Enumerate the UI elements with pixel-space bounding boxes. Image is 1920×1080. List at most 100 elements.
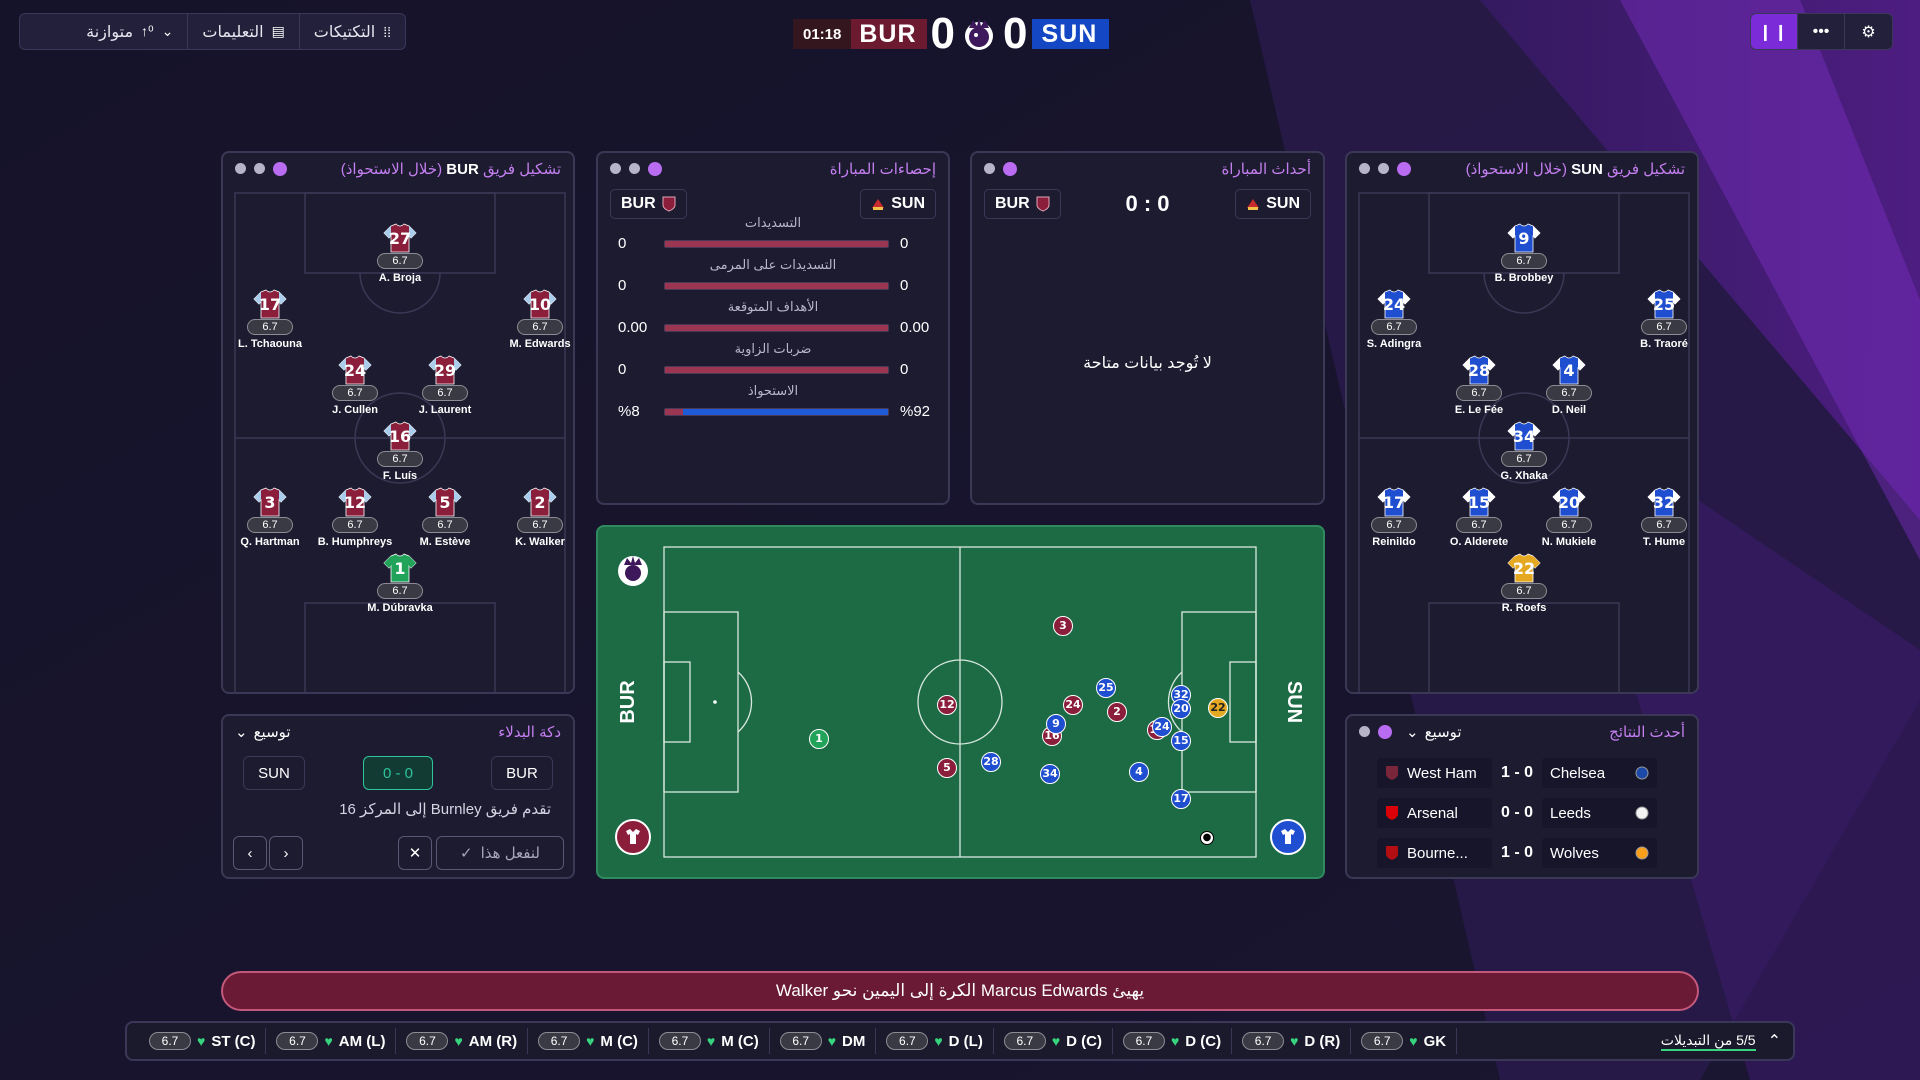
stat-row: 0 0 <box>598 361 948 379</box>
ball-icon: ● <box>1200 831 1214 845</box>
shirt-number: 32 <box>1652 493 1676 512</box>
sub-position: GK <box>1423 1032 1447 1050</box>
club-crest-icon <box>1386 846 1398 860</box>
sub-slot[interactable]: 6.7 ♥ M (C) <box>649 1028 770 1054</box>
stat-bar <box>664 324 889 332</box>
lets-do-this-button[interactable]: ✓ لنفعل هذا <box>436 836 564 870</box>
settings-button[interactable]: ⚙ <box>1845 14 1892 49</box>
sub-slot[interactable]: 6.7 ♥ D (R) <box>1232 1028 1352 1054</box>
stat-label: التسديدات على المرمى <box>709 257 837 272</box>
marker-number: 9 <box>1052 717 1060 730</box>
formation-player[interactable]: 25 6.7 B. Traoré <box>1619 289 1709 350</box>
formation-player[interactable]: 12 6.7 B. Humphreys <box>310 487 400 548</box>
field-player-marker[interactable]: 15 <box>1171 731 1191 751</box>
heart-icon: ♥ <box>1409 1033 1418 1049</box>
formation-player[interactable]: 28 6.7 E. Le Fée <box>1434 355 1524 416</box>
formation-player[interactable]: 5 6.7 M. Estève <box>400 487 490 548</box>
home-kit-button[interactable] <box>615 819 651 855</box>
formation-player[interactable]: 24 6.7 S. Adingra <box>1349 289 1439 350</box>
instructions-label: التعليمات <box>202 23 264 41</box>
formation-player[interactable]: 27 6.7 A. Broja <box>355 223 445 284</box>
formation-player[interactable]: 3 6.7 Q. Hartman <box>225 487 315 548</box>
field-player-marker[interactable]: 28 <box>981 752 1001 772</box>
stats-home-code: BUR <box>621 195 656 212</box>
heart-icon: ♥ <box>1051 1033 1061 1049</box>
shirt-icon: 1 <box>383 553 417 583</box>
formation-player[interactable]: 17 6.7 L. Tchaouna <box>225 289 315 350</box>
marker-number: 12 <box>939 698 955 711</box>
field-player-marker[interactable]: 25 <box>1096 678 1116 698</box>
chevron-down-icon: ⌄ <box>1406 724 1419 741</box>
away-kit-button[interactable] <box>1270 819 1306 855</box>
instructions-button[interactable]: التعليمات ▤ <box>187 14 298 49</box>
field-player-marker[interactable]: 22 <box>1208 698 1228 718</box>
formation-player[interactable]: 1 6.7 M. Dúbravka <box>355 553 445 614</box>
bench-expand-toggle[interactable]: ⌄ توسيع <box>235 723 291 741</box>
formation-player[interactable]: 16 6.7 F. Luís <box>355 421 445 482</box>
bur-formation-panel: تشكيل فريق BUR (خلال الاستحواذ) 27 6.7 A… <box>221 151 575 694</box>
player-rating: 6.7 <box>1456 517 1502 533</box>
field-player-marker[interactable]: 4 <box>1129 762 1149 782</box>
pl-logo-small <box>618 556 648 586</box>
shirt-number: 27 <box>388 229 412 248</box>
shirt-number: 22 <box>1512 559 1536 578</box>
field-player-marker[interactable]: 12 <box>937 695 957 715</box>
sub-slot[interactable]: 6.7 ♥ AM (R) <box>396 1028 529 1054</box>
field-player-marker[interactable]: 1 <box>809 729 829 749</box>
field-player-marker[interactable]: 2 <box>1107 702 1127 722</box>
stat-bar <box>664 366 889 374</box>
shirt-icon: 17 <box>1377 487 1411 517</box>
formation-player[interactable]: 17 6.7 Reinildo <box>1349 487 1439 548</box>
window-dots <box>984 161 1017 176</box>
sub-slot[interactable]: 6.7 ♥ ST (C) <box>139 1028 267 1054</box>
formation-player[interactable]: 2 6.7 K. Walker <box>495 487 585 548</box>
formation-player[interactable]: 29 6.7 J. Laurent <box>400 355 490 416</box>
topbar-controls: التكتيكات ⁞⁞ التعليمات ▤ متوازنة ↑⁰ ⌄ <box>19 13 406 50</box>
shirt-number: 25 <box>1652 295 1676 314</box>
field-player-marker[interactable]: 24 <box>1063 695 1083 715</box>
player-rating: 6.7 <box>1501 451 1547 467</box>
field-player-marker[interactable]: 5 <box>937 758 957 778</box>
formation-player[interactable]: 32 6.7 T. Hume <box>1619 487 1709 548</box>
sub-slot[interactable]: 6.7 ♥ D (C) <box>994 1028 1113 1054</box>
results-expand-toggle[interactable]: ⌄ توسيع <box>1406 723 1462 741</box>
result-score: 1 - 0 <box>1500 844 1533 861</box>
field-player-marker[interactable]: 9 <box>1046 714 1066 734</box>
formation-player[interactable]: 20 6.7 N. Mukiele <box>1524 487 1614 548</box>
formation-player[interactable]: 15 6.7 O. Alderete <box>1434 487 1524 548</box>
clipboard-icon: ▤ <box>271 23 285 39</box>
sub-slot[interactable]: 6.7 ♥ D (C) <box>1113 1028 1233 1054</box>
formation-player[interactable]: 10 6.7 M. Edwards <box>495 289 585 350</box>
dismiss-button[interactable]: ✕ <box>398 836 432 870</box>
marker-number: 25 <box>1098 681 1114 694</box>
bench-home-chip: BUR <box>491 756 553 790</box>
formation-player[interactable]: 34 6.7 G. Xhaka <box>1479 421 1569 482</box>
bench-title: دكة البدلاء <box>498 724 561 741</box>
field-player-marker[interactable]: 3 <box>1053 616 1073 636</box>
formation-player[interactable]: 9 6.7 B. Brobbey <box>1479 223 1569 284</box>
tactics-button[interactable]: التكتيكات ⁞⁞ <box>298 14 405 49</box>
mentality-dropdown[interactable]: متوازنة ↑⁰ ⌄ <box>72 14 187 49</box>
field-player-marker[interactable]: 34 <box>1040 764 1060 784</box>
pause-button[interactable]: ❙❙ <box>1751 14 1798 49</box>
sub-slot[interactable]: 6.7 ♥ GK <box>1351 1028 1458 1054</box>
more-button[interactable]: ••• <box>1798 14 1845 49</box>
marker-number: 24 <box>1154 720 1170 733</box>
result-row: Bourne... 1 - 0 Wolves <box>1377 838 1667 868</box>
sub-slot[interactable]: 6.7 ♥ D (L) <box>876 1028 994 1054</box>
subs-count[interactable]: 5/5 من التبديلات ⌃ <box>1660 1031 1781 1051</box>
sub-slot[interactable]: 6.7 ♥ AM (L) <box>266 1028 397 1054</box>
formation-player[interactable]: 22 6.7 R. Roefs <box>1479 553 1569 614</box>
formation-player[interactable]: 24 6.7 J. Cullen <box>310 355 400 416</box>
club-crest-icon <box>1635 766 1649 780</box>
next-button[interactable]: › <box>269 836 303 870</box>
sub-position: M (C) <box>721 1032 759 1050</box>
field-player-marker[interactable]: 24 <box>1152 717 1172 737</box>
field-player-marker[interactable]: 17 <box>1171 789 1191 809</box>
prev-button[interactable]: ‹ <box>233 836 267 870</box>
field-player-marker[interactable]: 20 <box>1171 699 1191 719</box>
sub-slot[interactable]: 6.7 ♥ M (C) <box>528 1028 649 1054</box>
sub-slot[interactable]: 6.7 ♥ DM <box>770 1028 877 1054</box>
marker-number: 3 <box>1059 619 1067 632</box>
formation-player[interactable]: 4 6.7 D. Neil <box>1524 355 1614 416</box>
